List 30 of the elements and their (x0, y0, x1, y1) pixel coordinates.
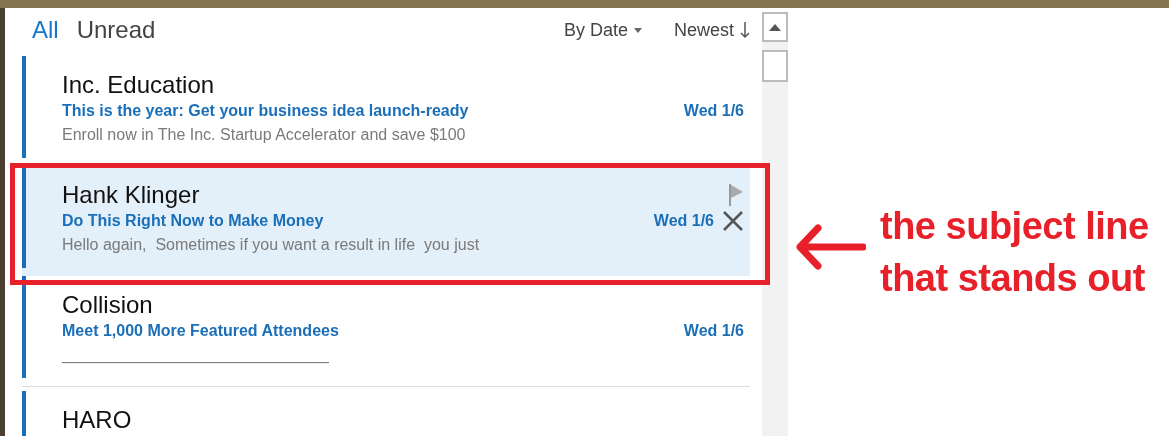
up-arrow-icon (769, 23, 781, 31)
sender-name: HARO (62, 405, 133, 435)
subject-line: This is the year: Get your business idea launch-ready (62, 101, 469, 121)
message-preview: ______________________________ (62, 345, 329, 366)
sort-order-button[interactable]: Newest (673, 19, 750, 41)
message-item[interactable]: Collision Meet 1,000 More Featured Attendees ______________________________ Wed 1/6 (22, 276, 750, 386)
message-date: Wed 1/6 (653, 212, 714, 230)
message-preview: Hello again, Sometimes if you want a result in life you just (62, 235, 480, 255)
scroll-up-button[interactable] (762, 12, 788, 42)
subject-line: Do This Right Now to Make Money (62, 211, 324, 231)
subject-line: Meet 1,000 More Featured Attendees (62, 321, 339, 341)
sort-by-button[interactable]: By Date (563, 19, 642, 41)
delete-icon[interactable] (722, 210, 744, 232)
scrollbar[interactable] (762, 12, 788, 436)
message-item[interactable]: Inc. Education This is the year: Get your business idea launch-ready Enroll now in The Inc. Startup Accelerator and save $100 Wed 1/6 (22, 56, 750, 166)
message-date: Wed 1/6 (683, 322, 744, 340)
message-item[interactable]: HARO (22, 391, 750, 436)
sender-name: Inc. Education (62, 70, 216, 100)
arrow-annotation (796, 222, 866, 272)
message-date: Wed 1/6 (683, 102, 744, 120)
filter-tab[interactable]: Unread (76, 16, 156, 44)
scroll-thumb[interactable] (762, 50, 788, 82)
down-arrow-icon (740, 21, 750, 39)
caret-icon (633, 27, 642, 33)
sender-name: Hank Klinger (62, 180, 201, 210)
message-item[interactable]: Hank Klinger Do This Right Now to Make Money Hello again, Sometimes if you want a result in life you just Wed 1/6 (22, 166, 750, 276)
message-preview: Enroll now in The Inc. Startup Accelerator and save $100 (62, 125, 466, 145)
annotation-text: the subject line that stands out (880, 204, 1149, 301)
sender-name: Collision (62, 290, 154, 320)
filter-tab[interactable]: All (32, 16, 59, 44)
